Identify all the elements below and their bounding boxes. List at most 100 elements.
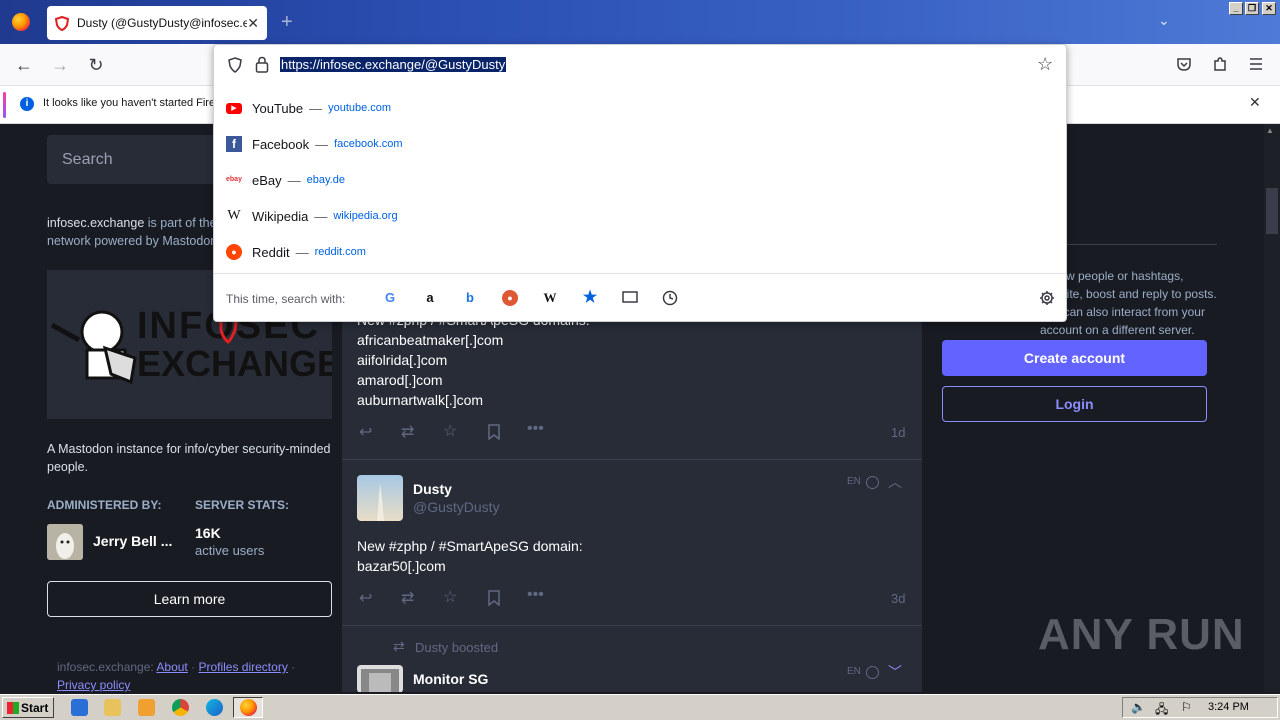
wikipedia-engine-icon[interactable]: W (542, 290, 558, 306)
info-icon: i (20, 97, 34, 111)
privacy-policy-link[interactable]: Privacy policy (57, 678, 130, 692)
volume-icon[interactable]: 🔈 (1131, 700, 1146, 714)
internet-explorer-icon[interactable] (71, 699, 88, 716)
padlock-icon[interactable] (255, 56, 269, 73)
new-tab-plus-icon[interactable]: + (281, 11, 293, 34)
youtube-icon: ▶ (226, 102, 242, 114)
post3-display-name[interactable]: Monitor SG (413, 671, 488, 687)
admin-avatar[interactable] (47, 524, 83, 560)
firefox-icon[interactable] (12, 13, 30, 31)
search-settings-gear-icon[interactable] (1039, 290, 1055, 306)
suggestion-separator: — (295, 244, 309, 260)
chrome-icon[interactable] (172, 699, 189, 716)
firefox-taskbar-button[interactable] (233, 697, 263, 718)
favorite-star-icon[interactable]: ☆ (443, 587, 457, 607)
history-search-clock-icon[interactable] (662, 290, 678, 306)
extensions-puzzle-icon[interactable] (1212, 56, 1228, 72)
server-stats-label: SERVER STATS: (195, 498, 290, 512)
amazon-engine-icon[interactable]: a (422, 290, 438, 306)
suggestion-title: Facebook (252, 136, 310, 152)
list-all-tabs-chevron-icon[interactable]: ⌄ (1158, 12, 1170, 29)
post2-time[interactable]: 3d (891, 591, 905, 606)
suggestion-wikipedia[interactable]: W Wikipedia — wikipedia.org (226, 202, 1056, 230)
close-window-button[interactable]: ✕ (1262, 2, 1276, 15)
action-center-flag-icon[interactable]: ⚐ (1181, 700, 1192, 714)
tab-active[interactable]: Dusty (@GustyDusty@infosec.exchange) ✕ (47, 6, 267, 40)
post1-time[interactable]: 1d (891, 425, 905, 440)
menu-hamburger-icon[interactable] (1249, 57, 1263, 71)
tabs-search-icon[interactable] (622, 290, 638, 306)
media-player-icon[interactable] (138, 699, 155, 716)
boost-icon[interactable]: ⇄ (401, 422, 414, 442)
suggestion-url: wikipedia.org (333, 210, 398, 222)
suggestion-youtube[interactable]: ▶ YouTube — youtube.com (226, 94, 1056, 122)
boost-indicator-icon: ⇄ (393, 638, 405, 654)
suggestion-reddit[interactable]: ● Reddit — reddit.com (226, 238, 1056, 266)
post2-display-name[interactable]: Dusty (413, 481, 452, 497)
scroll-up-arrow-icon[interactable]: ▲ (1266, 126, 1274, 135)
suggestion-separator: — (309, 100, 323, 116)
more-options-icon[interactable]: ••• (527, 420, 544, 438)
wikipedia-icon: W (227, 208, 241, 223)
restore-window-button[interactable]: ❐ (1245, 2, 1259, 15)
bing-engine-icon[interactable]: b (462, 290, 478, 306)
forward-arrow-icon[interactable]: → (47, 53, 73, 77)
administered-by-label: ADMINISTERED BY: (47, 498, 162, 512)
boosted-by-text[interactable]: Dusty boosted (415, 640, 498, 655)
edge-icon[interactable] (206, 699, 223, 716)
url-input[interactable]: https://infosec.exchange/@GustyDusty (280, 57, 507, 72)
suggestion-separator: — (314, 208, 328, 224)
suggestion-title: Reddit (252, 244, 290, 260)
minimize-window-button[interactable]: _ (1229, 2, 1243, 15)
login-button[interactable]: Login (942, 386, 1207, 422)
learn-more-button[interactable]: Learn more (47, 581, 332, 617)
server-domain: infosec.exchange (47, 216, 145, 230)
bookmarks-search-star-icon[interactable]: ★ (582, 290, 598, 306)
expand-chevron-down-icon[interactable]: ﹀ (888, 662, 902, 682)
post1-line: auburnartwalk[.]com (357, 392, 484, 408)
notification-close-icon[interactable]: ✕ (1249, 94, 1261, 111)
suggestion-url: facebook.com (334, 138, 403, 150)
footer-separator: · (191, 660, 196, 674)
search-with-label: This time, search with: (226, 292, 346, 306)
post2-language: EN (847, 476, 861, 487)
suggestion-facebook[interactable]: f Facebook — facebook.com (226, 130, 1056, 158)
pocket-icon[interactable] (1176, 56, 1192, 72)
address-bar[interactable]: https://infosec.exchange/@GustyDusty ☆ (214, 45, 1066, 85)
boost-icon[interactable]: ⇄ (401, 588, 414, 608)
reply-icon[interactable]: ↩ (359, 588, 372, 608)
tab-close-icon[interactable]: ✕ (247, 15, 259, 32)
back-arrow-icon[interactable]: ← (11, 53, 37, 77)
more-options-icon[interactable]: ••• (527, 586, 544, 604)
admin-name[interactable]: Jerry Bell ... (93, 533, 172, 549)
post-divider (342, 625, 922, 626)
file-explorer-icon[interactable] (104, 699, 121, 716)
bookmark-star-icon[interactable]: ☆ (1037, 54, 1053, 75)
suggestion-ebay[interactable]: ebay eBay — ebay.de (226, 166, 1056, 194)
post2-avatar[interactable] (357, 475, 403, 521)
google-engine-icon[interactable]: G (382, 290, 398, 306)
reddit-icon: ● (226, 244, 242, 260)
profiles-directory-link[interactable]: Profiles directory (198, 660, 287, 674)
about-link[interactable]: About (156, 660, 187, 674)
reload-icon[interactable]: ↻ (83, 53, 109, 77)
browser-tab-bar: Dusty (@GustyDusty@infosec.exchange) ✕ +… (0, 0, 1280, 44)
reply-icon[interactable]: ↩ (359, 422, 372, 442)
post3-avatar[interactable] (357, 665, 403, 692)
suggestion-title: eBay (252, 172, 282, 188)
start-button[interactable]: Start (2, 697, 54, 718)
scrollbar-thumb[interactable] (1266, 188, 1278, 234)
clock[interactable]: 3:24 PM (1208, 701, 1249, 713)
post2-handle[interactable]: @GustyDusty (413, 499, 500, 515)
create-account-button[interactable]: Create account (942, 340, 1207, 376)
tracking-protection-shield-icon[interactable] (227, 57, 243, 73)
bookmark-icon[interactable] (487, 590, 501, 606)
facebook-icon: f (226, 136, 242, 152)
public-globe-icon (866, 476, 879, 489)
collapse-chevron-up-icon[interactable]: ︿ (888, 472, 902, 492)
network-icon[interactable]: 🖧 (1155, 700, 1168, 720)
avatar-image (357, 665, 403, 692)
bookmark-icon[interactable] (487, 424, 501, 440)
duckduckgo-engine-icon[interactable]: ● (502, 290, 518, 306)
favorite-star-icon[interactable]: ☆ (443, 421, 457, 441)
